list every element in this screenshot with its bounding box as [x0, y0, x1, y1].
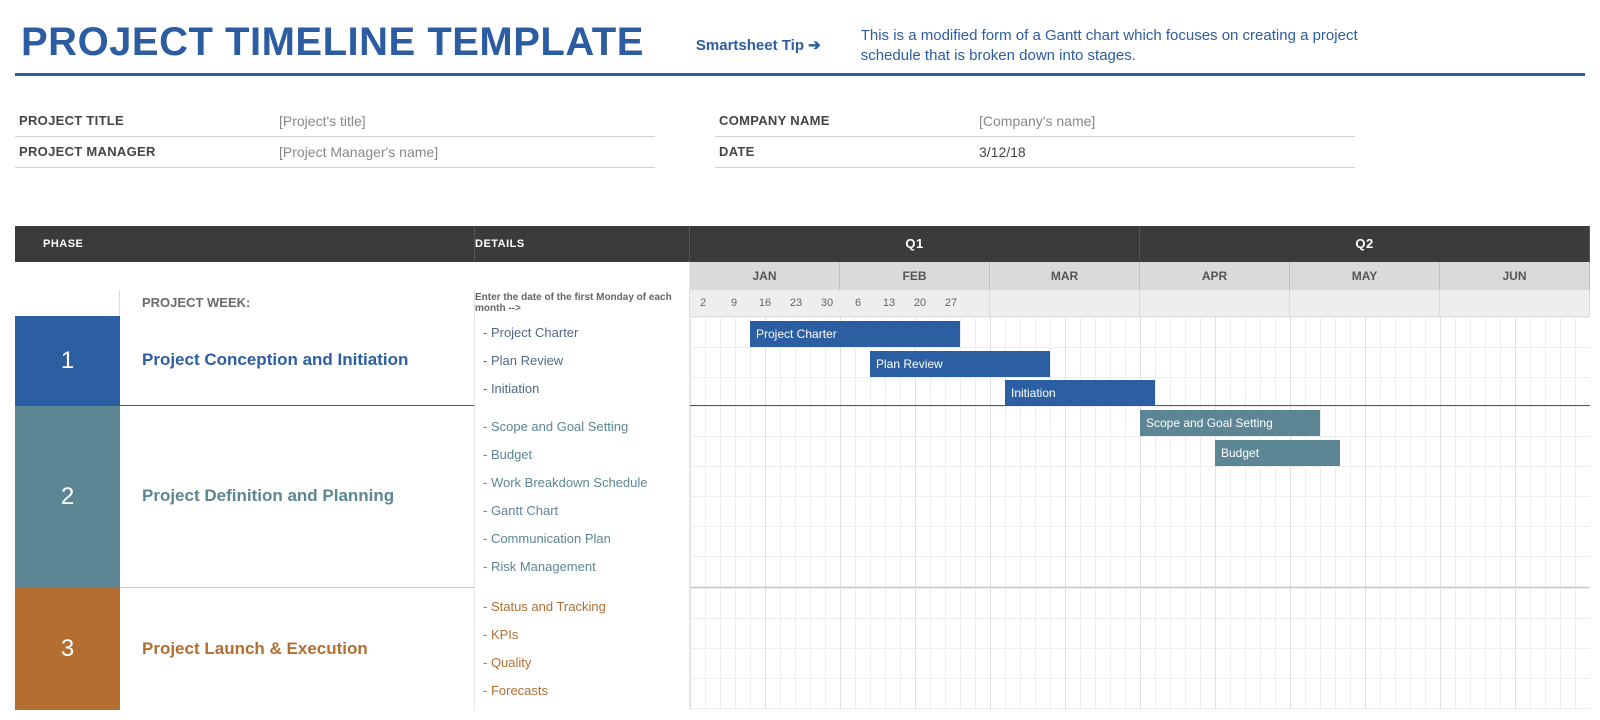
gantt-area-phase-3[interactable] — [690, 588, 1590, 710]
month-apr: APR — [1140, 262, 1290, 290]
meta-right: COMPANY NAME [Company's name] DATE 3/12/… — [715, 106, 1355, 168]
month-jan: JAN — [690, 262, 840, 290]
gantt-bar[interactable]: Initiation — [1005, 380, 1155, 406]
meta-row: COMPANY NAME [Company's name] — [715, 106, 1355, 137]
week-date[interactable]: 30 — [818, 297, 836, 309]
week-date[interactable]: 2 — [694, 297, 712, 309]
meta-value[interactable]: [Project Manager's name] — [279, 144, 438, 160]
phase-title-1: Project Conception and Initiation — [120, 316, 475, 406]
col-header-phase: PHASE — [15, 226, 475, 262]
detail-item: - Initiation — [483, 381, 681, 396]
tip-description: This is a modified form of a Gantt chart… — [861, 26, 1381, 67]
meta-label: DATE — [719, 144, 979, 160]
detail-item: - Work Breakdown Schedule — [483, 475, 681, 490]
week-blank[interactable] — [990, 290, 1140, 316]
detail-item: - Status and Tracking — [483, 599, 681, 614]
phase-details-1: - Project Charter - Plan Review - Initiati… — [475, 316, 690, 406]
week-date[interactable]: 27 — [942, 297, 960, 309]
detail-item: - KPIs — [483, 627, 681, 642]
gantt-bar[interactable]: Project Charter — [750, 321, 960, 347]
phase-title-2: Project Definition and Planning — [120, 406, 475, 588]
detail-item: - Scope and Goal Setting — [483, 419, 681, 434]
week-date[interactable]: 6 — [849, 297, 867, 309]
detail-item: - Communication Plan — [483, 531, 681, 546]
gantt-area-phase-2[interactable]: Scope and Goal Setting Budget — [690, 406, 1590, 588]
phase-number-1: 1 — [15, 316, 120, 406]
week-blank[interactable] — [1140, 290, 1290, 316]
detail-item: - Risk Management — [483, 559, 681, 574]
meta-value[interactable]: [Project's title] — [279, 113, 366, 129]
col-header-q1: Q1 — [690, 226, 1140, 262]
phase-details-3: - Status and Tracking - KPIs - Quality - Fo… — [475, 588, 690, 710]
week-date[interactable]: 13 — [880, 297, 898, 309]
week-date[interactable]: 9 — [725, 297, 743, 309]
week-date[interactable]: 23 — [787, 297, 805, 309]
gantt-bar[interactable]: Plan Review — [870, 351, 1050, 377]
detail-item: - Budget — [483, 447, 681, 462]
meta-row: PROJECT MANAGER [Project Manager's name] — [15, 137, 655, 168]
col-header-details: DETAILS — [475, 226, 690, 262]
phase-number-3: 3 — [15, 588, 120, 710]
month-may: MAY — [1290, 262, 1440, 290]
meta-left: PROJECT TITLE [Project's title] PROJECT … — [15, 106, 655, 168]
week-instruction: Enter the date of the first Monday of ea… — [475, 290, 690, 316]
phase-details-2: - Scope and Goal Setting - Budget - Work B… — [475, 406, 690, 588]
project-meta: PROJECT TITLE [Project's title] PROJECT … — [15, 106, 1585, 168]
gantt-bar[interactable]: Scope and Goal Setting — [1140, 410, 1320, 436]
month-mar: MAR — [990, 262, 1140, 290]
project-week-label: PROJECT WEEK: — [120, 290, 475, 316]
phase-title-3: Project Launch & Execution — [120, 588, 475, 710]
week-blank[interactable] — [1290, 290, 1440, 316]
meta-label: PROJECT TITLE — [19, 113, 279, 129]
detail-item: - Quality — [483, 655, 681, 670]
week-dates[interactable]: 2 9 16 23 30 6 13 20 27 — [690, 290, 990, 316]
month-row-blank — [15, 262, 690, 290]
col-header-q2: Q2 — [1140, 226, 1590, 262]
month-jun: JUN — [1440, 262, 1590, 290]
detail-item: - Gantt Chart — [483, 503, 681, 518]
gantt-bar[interactable]: Budget — [1215, 440, 1340, 466]
meta-row: DATE 3/12/18 — [715, 137, 1355, 168]
meta-value[interactable]: 3/12/18 — [979, 144, 1026, 160]
meta-row: PROJECT TITLE [Project's title] — [15, 106, 655, 137]
detail-item: - Project Charter — [483, 325, 681, 340]
detail-item: - Plan Review — [483, 353, 681, 368]
meta-value[interactable]: [Company's name] — [979, 113, 1095, 129]
week-blank[interactable] — [1440, 290, 1590, 316]
page-header: PROJECT TIMELINE TEMPLATE Smartsheet Tip… — [15, 10, 1585, 76]
meta-label: PROJECT MANAGER — [19, 144, 279, 160]
page-title: PROJECT TIMELINE TEMPLATE — [21, 20, 644, 65]
month-feb: FEB — [840, 262, 990, 290]
timeline-grid: PHASEDETAILSQ1Q2JANFEBMARAPRMAYJUNPROJEC… — [15, 226, 1585, 710]
week-blank — [15, 290, 120, 316]
gantt-area-phase-1[interactable]: Project Charter Plan Review Initiation — [690, 316, 1590, 406]
meta-label: COMPANY NAME — [719, 113, 979, 129]
phase-number-2: 2 — [15, 406, 120, 588]
week-date[interactable]: 16 — [756, 297, 774, 309]
week-date[interactable]: 20 — [911, 297, 929, 309]
tip-link[interactable]: Smartsheet Tip ➔ — [696, 36, 821, 54]
detail-item: - Forecasts — [483, 683, 681, 698]
